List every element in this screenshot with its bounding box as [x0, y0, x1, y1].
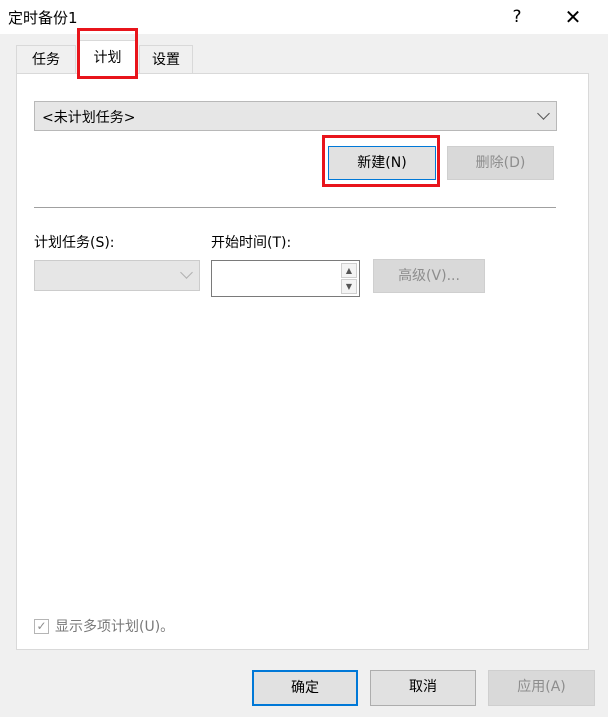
spin-up-button[interactable]: ▲	[341, 263, 357, 278]
close-button[interactable]: ✕	[556, 2, 590, 32]
schedule-task-label: 计划任务(S):	[34, 235, 115, 251]
task-schedule-dropdown[interactable]: <未计划任务>	[34, 101, 557, 131]
delete-button[interactable]: 删除(D)	[447, 146, 554, 180]
schedule-task-combo[interactable]	[34, 260, 200, 291]
start-time-label: 开始时间(T):	[211, 235, 292, 251]
divider	[34, 207, 556, 208]
highlight-box-plan-tab	[77, 28, 138, 79]
cancel-button[interactable]: 取消	[370, 670, 476, 706]
tab-settings[interactable]: 设置	[139, 45, 193, 73]
tab-tasks[interactable]: 任务	[16, 45, 76, 73]
task-schedule-dropdown-value: <未计划任务>	[42, 110, 136, 126]
apply-button[interactable]: 应用(A)	[488, 670, 595, 706]
help-button[interactable]: ?	[500, 2, 534, 32]
highlight-box-new-button	[322, 135, 440, 187]
spin-down-button[interactable]: ▼	[341, 279, 357, 294]
window-title: 定时备份1	[8, 9, 78, 27]
multi-schedule-checkbox[interactable]: ✓	[34, 619, 49, 634]
chevron-down-icon	[180, 266, 193, 279]
chevron-down-icon	[537, 107, 550, 120]
ok-button[interactable]: 确定	[252, 670, 358, 706]
advanced-button[interactable]: 高级(V)...	[373, 259, 485, 293]
plan-panel: <未计划任务> 新建(N) 删除(D) 计划任务(S): 开始时间(T): ▲ …	[16, 73, 589, 650]
start-time-input[interactable]: ▲ ▼	[211, 260, 360, 297]
multi-schedule-label: 显示多项计划(U)。	[55, 619, 175, 635]
